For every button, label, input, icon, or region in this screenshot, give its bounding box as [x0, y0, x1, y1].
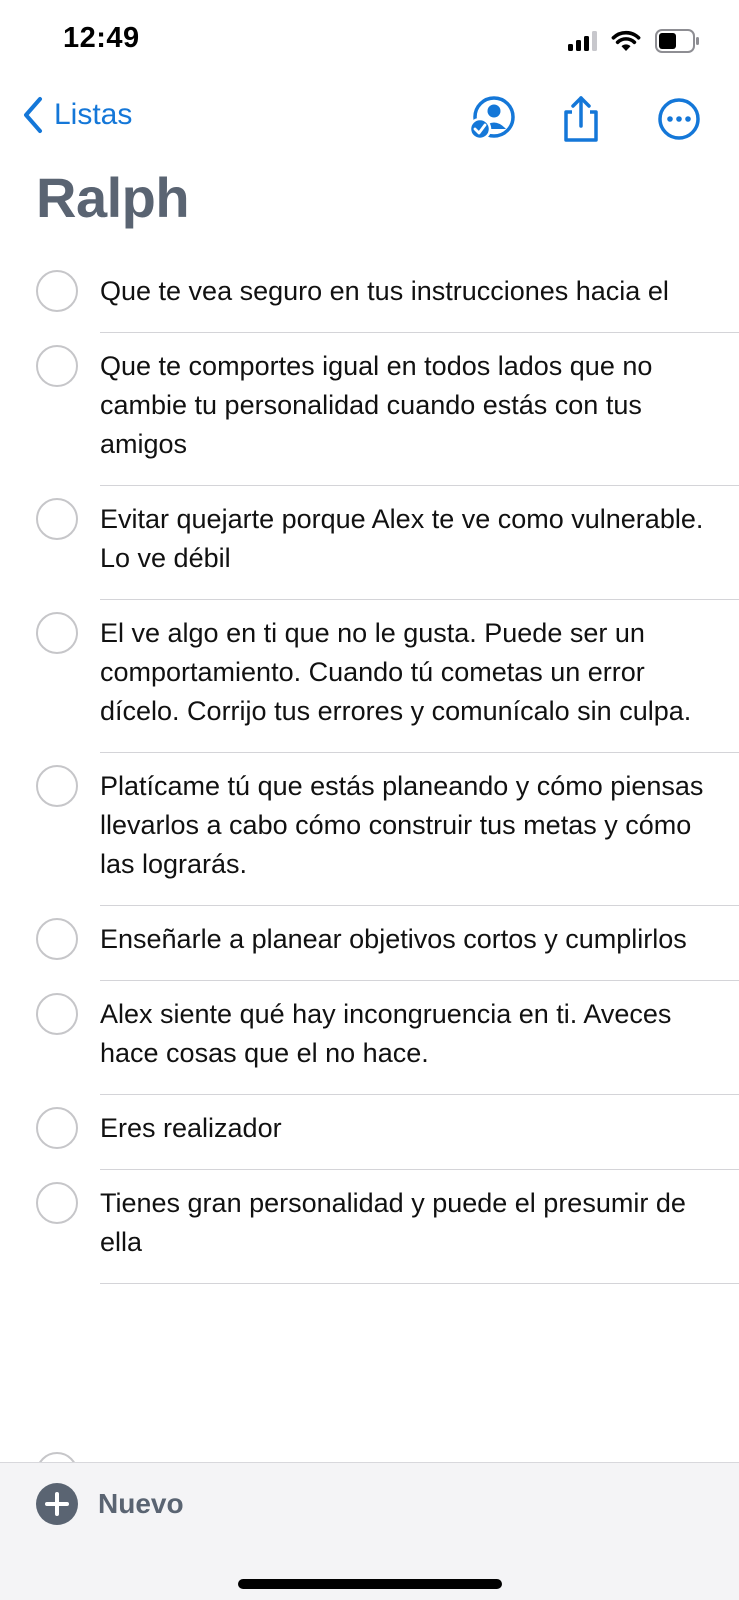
- list-title: Ralph: [36, 166, 190, 229]
- home-indicator[interactable]: [238, 1579, 502, 1589]
- back-label: Listas: [54, 98, 133, 131]
- reminder-item: Que te vea seguro en tus instrucciones h…: [0, 258, 739, 333]
- reminder-item: Alex siente qué hay incongruencia en ti.…: [0, 981, 739, 1095]
- complete-checkbox[interactable]: [36, 918, 78, 960]
- plus-circle-icon: [36, 1483, 78, 1525]
- complete-checkbox[interactable]: [36, 765, 78, 807]
- reminder-text[interactable]: Eres realizador: [100, 1109, 707, 1148]
- complete-checkbox[interactable]: [36, 612, 78, 654]
- complete-checkbox[interactable]: [36, 1182, 78, 1224]
- complete-checkbox[interactable]: [36, 993, 78, 1035]
- reminder-item: Evitar quejarte porque Alex te ve como v…: [0, 486, 739, 600]
- status-icons: [568, 26, 701, 56]
- reminder-item: Enseñarle a planear objetivos cortos y c…: [0, 906, 739, 981]
- share-person-icon[interactable]: [466, 94, 516, 144]
- reminder-item: Platícame tú que estás planeando y cómo …: [0, 753, 739, 906]
- chevron-left-icon: [24, 97, 42, 133]
- nav-bar: Listas: [0, 88, 739, 150]
- reminder-text[interactable]: Evitar quejarte porque Alex te ve como v…: [100, 500, 707, 578]
- reminder-item: Que te comportes igual en todos lados qu…: [0, 333, 739, 486]
- new-reminder-button[interactable]: Nuevo: [36, 1483, 184, 1525]
- complete-checkbox[interactable]: [36, 1107, 78, 1149]
- bottom-toolbar: Nuevo: [0, 1462, 739, 1600]
- reminder-text[interactable]: Tienes gran personalidad y puede el pres…: [100, 1184, 707, 1262]
- share-icon[interactable]: [556, 94, 606, 144]
- back-button[interactable]: Listas: [22, 96, 132, 134]
- battery-icon: [655, 29, 699, 53]
- new-reminder-label: Nuevo: [98, 1488, 184, 1519]
- reminder-item: Tienes gran personalidad y puede el pres…: [0, 1170, 739, 1284]
- reminder-item: Eres realizador: [0, 1095, 739, 1170]
- status-time: 12:49: [63, 22, 140, 54]
- reminder-text[interactable]: Que te vea seguro en tus instrucciones h…: [100, 272, 707, 311]
- more-icon[interactable]: [654, 94, 704, 144]
- complete-checkbox[interactable]: [36, 345, 78, 387]
- reminder-text[interactable]: Platícame tú que estás planeando y cómo …: [100, 767, 707, 884]
- reminder-item: El ve algo en ti que no le gusta. Puede …: [0, 600, 739, 753]
- complete-checkbox[interactable]: [36, 498, 78, 540]
- divider: [100, 1283, 739, 1284]
- reminder-text[interactable]: Alex siente qué hay incongruencia en ti.…: [100, 995, 707, 1073]
- cellular-signal-icon: [568, 31, 597, 51]
- wifi-icon: [611, 30, 641, 51]
- reminder-list: Que te vea seguro en tus instrucciones h…: [0, 258, 739, 1284]
- complete-checkbox[interactable]: [36, 270, 78, 312]
- reminder-text[interactable]: El ve algo en ti que no le gusta. Puede …: [100, 614, 707, 731]
- reminder-text[interactable]: Que te comportes igual en todos lados qu…: [100, 347, 707, 464]
- reminder-text[interactable]: Enseñarle a planear objetivos cortos y c…: [100, 920, 707, 959]
- status-bar: 12:49: [0, 0, 739, 80]
